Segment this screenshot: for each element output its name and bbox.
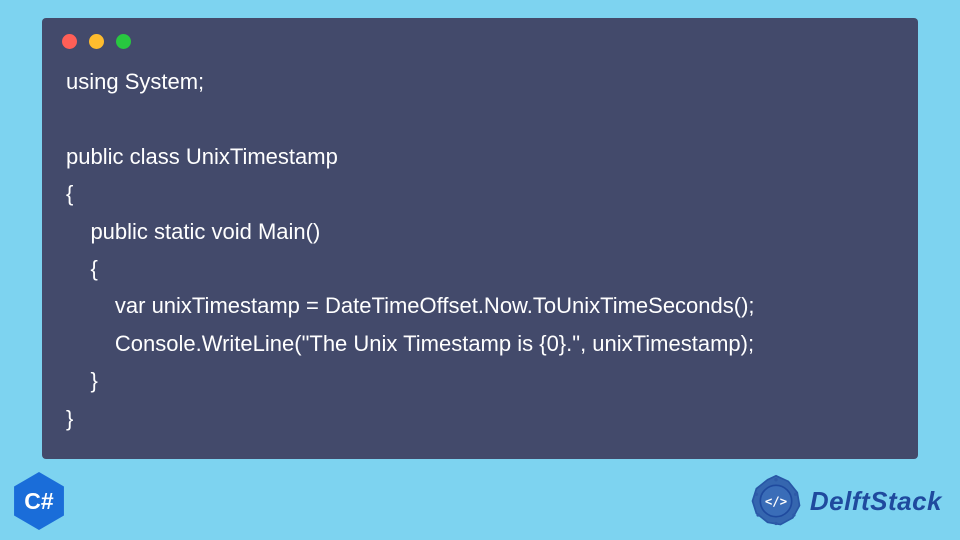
brand-name: DelftStack	[810, 486, 942, 517]
code-content: using System; public class UnixTimestamp…	[42, 59, 918, 437]
hexagon-icon: C#	[10, 472, 68, 530]
csharp-badge: C#	[10, 472, 68, 530]
brand: </> DelftStack	[748, 473, 942, 529]
brand-logo-icon: </>	[748, 473, 804, 529]
svg-text:</>: </>	[765, 494, 787, 508]
footer: C# </> DelftStack	[0, 472, 960, 530]
close-icon	[62, 34, 77, 49]
minimize-icon	[89, 34, 104, 49]
maximize-icon	[116, 34, 131, 49]
window-controls	[42, 18, 918, 59]
badge-label: C#	[24, 488, 53, 515]
code-window: using System; public class UnixTimestamp…	[42, 18, 918, 459]
